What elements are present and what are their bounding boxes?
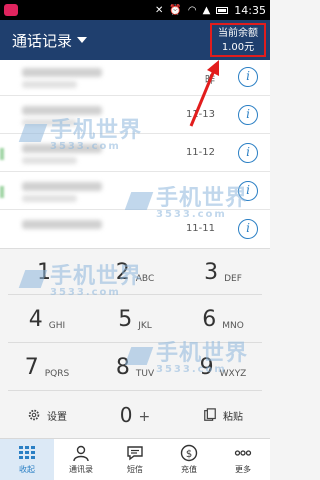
settings-button[interactable]: 设置	[3, 395, 91, 435]
settings-label: 设置	[47, 411, 67, 423]
recharge-icon: $	[180, 444, 198, 462]
blurred-contact-number	[22, 119, 77, 126]
nav-label: 更多	[235, 465, 251, 474]
wifi-icon: ◠	[187, 4, 197, 16]
balance-box[interactable]: 当前余额 1.00元	[210, 23, 266, 57]
paste-button[interactable]: 粘贴	[179, 395, 267, 435]
key-3[interactable]: 3 DEF	[179, 252, 267, 292]
key-letters: +	[138, 409, 151, 425]
blurred-contact-name	[22, 220, 102, 229]
key-digit: 0	[119, 403, 133, 427]
contacts-icon	[73, 445, 89, 462]
nav-contacts[interactable]: 通讯录	[54, 439, 108, 480]
key-digit: 2	[115, 259, 130, 285]
blurred-contact-number	[22, 157, 77, 164]
key-letters: GHI	[48, 321, 66, 331]
balance-value: 1.00元	[221, 42, 255, 53]
page-title[interactable]: 通话记录	[12, 30, 72, 51]
app-notification-icon	[4, 4, 18, 16]
info-icon[interactable]: i	[238, 219, 258, 239]
key-2[interactable]: 2 ABC	[91, 252, 179, 292]
more-icon	[234, 450, 252, 456]
keypad-divider	[8, 390, 262, 391]
nav-sms[interactable]: 短信	[108, 439, 162, 480]
battery-icon	[216, 6, 229, 14]
status-bar: ✕ ⏰ ◠ ▲ 14:35	[0, 0, 270, 20]
key-digit: 7	[24, 354, 39, 380]
signal-icon: ▲	[202, 4, 211, 16]
nav-label: 通讯录	[69, 465, 93, 474]
key-9[interactable]: 9 WXYZ	[179, 347, 267, 387]
key-letters: PQRS	[44, 369, 70, 379]
gear-icon	[28, 409, 40, 421]
balance-label: 当前余额	[218, 28, 258, 39]
annotation-arrow	[189, 60, 219, 127]
key-7[interactable]: 7 PQRS	[3, 347, 91, 387]
key-1[interactable]: 1	[3, 252, 91, 292]
bottom-nav: 收起 通讯录 短信 $ 充值 更多	[0, 438, 270, 480]
sms-icon	[127, 446, 143, 461]
call-type-marker	[0, 186, 4, 198]
key-letters: TUV	[135, 369, 155, 379]
key-digit: 8	[115, 354, 130, 380]
blurred-contact-name	[22, 144, 102, 153]
call-date: 11-11	[185, 223, 215, 234]
alarm-icon: ⏰	[169, 4, 182, 16]
info-icon[interactable]: i	[238, 181, 258, 201]
key-digit: 1	[37, 259, 51, 285]
nav-label: 充值	[181, 465, 197, 474]
key-digit: 4	[28, 306, 43, 332]
call-log-list: 昨 i 11-13 i 11-12 i i 11-11 i	[0, 60, 270, 248]
call-date: 11-12	[185, 147, 215, 158]
key-digit: 5	[118, 306, 133, 332]
blurred-contact-name	[22, 182, 102, 191]
paste-icon	[204, 408, 216, 421]
call-log-row[interactable]: 昨 i	[0, 60, 270, 96]
key-6[interactable]: 6 MNO	[179, 299, 267, 339]
nav-label: 收起	[19, 465, 35, 474]
nav-collapse-keypad[interactable]: 收起	[0, 439, 54, 480]
svg-text:$: $	[186, 449, 192, 460]
status-time: 14:35	[234, 3, 266, 17]
blurred-contact-name	[22, 68, 102, 77]
nav-more[interactable]: 更多	[216, 439, 270, 480]
dial-keypad: 1 2 ABC 3 DEF 4 GHI 5 JKL 6 MNO 7 PQRS 8…	[0, 248, 270, 438]
status-icons: ✕ ⏰ ◠ ▲ 14:35	[155, 4, 266, 17]
app-header: 通话记录 当前余额 1.00元	[0, 20, 270, 60]
key-4[interactable]: 4 GHI	[3, 299, 91, 339]
nav-label: 短信	[127, 465, 143, 474]
key-8[interactable]: 8 TUV	[91, 347, 179, 387]
call-type-marker	[0, 148, 4, 160]
call-log-row[interactable]: 11-11 i	[0, 212, 270, 248]
blurred-contact-number	[22, 195, 77, 202]
chevron-down-icon[interactable]	[77, 37, 88, 43]
keypad-grid-icon	[19, 446, 35, 459]
key-letters: WXYZ	[219, 369, 247, 379]
keypad-divider	[8, 294, 262, 295]
key-digit: 3	[204, 259, 219, 285]
key-letters: JKL	[138, 321, 152, 331]
key-letters: DEF	[224, 274, 242, 284]
call-log-row[interactable]: 11-12 i	[0, 136, 270, 172]
info-icon[interactable]: i	[238, 67, 258, 87]
mute-icon: ✕	[155, 4, 164, 16]
blurred-contact-number	[22, 81, 77, 88]
call-log-row[interactable]: i	[0, 174, 270, 210]
keypad-divider	[8, 342, 262, 343]
call-log-row[interactable]: 11-13 i	[0, 98, 270, 134]
key-digit: 9	[199, 354, 214, 380]
key-digit: 6	[202, 306, 217, 332]
blurred-contact-name	[22, 106, 102, 115]
key-5[interactable]: 5 JKL	[91, 299, 179, 339]
key-letters: MNO	[222, 321, 244, 331]
nav-recharge[interactable]: $ 充值	[162, 439, 216, 480]
key-0[interactable]: 0 +	[91, 395, 179, 435]
paste-label: 粘贴	[223, 411, 243, 423]
info-icon[interactable]: i	[238, 105, 258, 125]
key-letters: ABC	[135, 274, 155, 284]
info-icon[interactable]: i	[238, 143, 258, 163]
